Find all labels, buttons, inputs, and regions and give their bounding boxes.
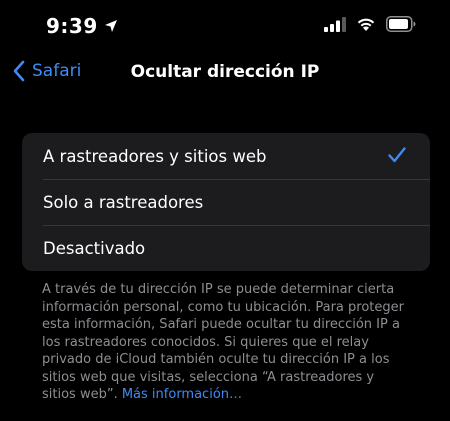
cellular-signal-icon	[324, 17, 346, 32]
ip-hiding-options: A rastreadores y sitios web Solo a rastr…	[22, 133, 430, 271]
option-label: A rastreadores y sitios web	[43, 146, 267, 166]
option-label: Solo a rastreadores	[43, 192, 204, 212]
status-time: 9:39	[46, 14, 98, 38]
checkmark-icon	[388, 147, 406, 163]
battery-icon	[386, 16, 416, 32]
option-trackers-only[interactable]: Solo a rastreadores	[22, 179, 430, 225]
more-info-link[interactable]: Más información…	[122, 387, 242, 402]
location-arrow-icon	[104, 20, 117, 32]
status-indicators	[324, 16, 416, 32]
footer-description: A través de tu dirección IP se puede det…	[42, 281, 410, 404]
footer-body-text: A través de tu dirección IP se puede det…	[42, 282, 404, 402]
status-time-group: 9:39	[46, 14, 118, 38]
option-off[interactable]: Desactivado	[22, 225, 430, 271]
option-label: Desactivado	[43, 238, 146, 258]
navigation-bar: Safari Ocultar dirección IP	[0, 56, 450, 92]
page-title: Ocultar dirección IP	[130, 62, 320, 82]
status-bar: 9:39	[0, 0, 450, 56]
wifi-icon	[357, 18, 375, 31]
option-trackers-and-websites[interactable]: A rastreadores y sitios web	[22, 133, 430, 179]
